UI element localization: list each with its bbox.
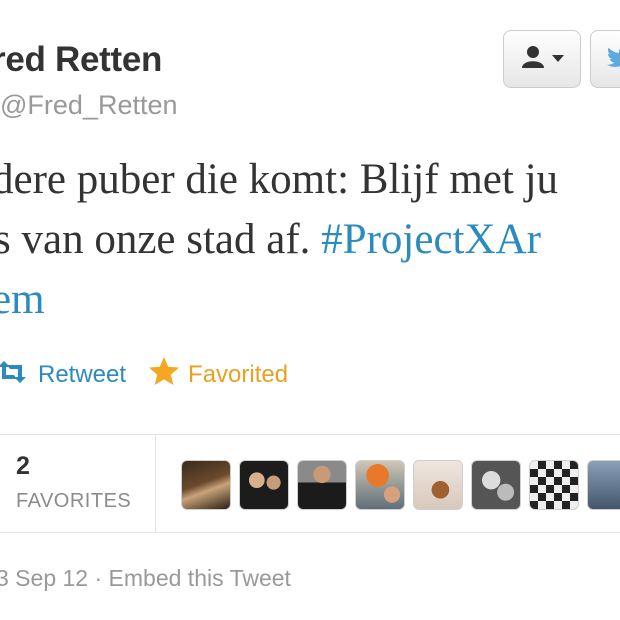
tweet-meta: 3 Sep 12 · Embed this Tweet	[0, 565, 291, 592]
twitter-bird-icon	[607, 46, 620, 73]
tweet-text: dere puber die komt: Blijf met ju s van …	[0, 150, 620, 330]
favoriter-avatar[interactable]	[355, 460, 405, 510]
favoriter-avatar[interactable]	[587, 460, 620, 510]
meta-separator: ·	[88, 565, 109, 591]
star-icon	[148, 356, 188, 394]
at-sign: @	[0, 90, 28, 120]
hashtag-link[interactable]: #ProjectXAr	[321, 216, 541, 263]
favoriter-avatar[interactable]	[181, 460, 231, 510]
stats-divider-bottom	[0, 532, 620, 533]
embed-tweet-link[interactable]: Embed this Tweet	[109, 565, 291, 591]
chevron-down-icon	[552, 50, 564, 68]
retweet-label: Retweet	[38, 361, 127, 388]
hashtag-link-continuation[interactable]: em	[0, 270, 620, 330]
handle-text: Fred_Retten	[27, 90, 178, 120]
tweet-text-segment: van onze stad af.	[10, 216, 322, 263]
profile-name[interactable]: red Retten	[0, 40, 162, 80]
stats-divider-top	[0, 434, 620, 435]
favoriter-avatar[interactable]	[529, 460, 579, 510]
favorites-label[interactable]: FAVORITES	[16, 490, 131, 513]
follow-button[interactable]	[590, 30, 620, 88]
tweet-actions: Retweet Favorited	[0, 355, 288, 395]
favorite-button[interactable]: Favorited	[148, 356, 289, 394]
tweet-text-partial: s	[0, 216, 11, 263]
favoriter-avatar[interactable]	[471, 460, 521, 510]
tweet-line: dere puber die komt: Blijf met ju	[0, 156, 559, 203]
tweet-date[interactable]: 3 Sep 12	[0, 565, 88, 591]
retweet-icon	[0, 360, 38, 390]
favoriter-avatar[interactable]	[239, 460, 289, 510]
favorites-count[interactable]: 2	[16, 452, 30, 481]
favoriter-avatar[interactable]	[297, 460, 347, 510]
stats-divider-vertical	[155, 434, 156, 532]
retweet-button[interactable]: Retweet	[0, 360, 127, 390]
user-icon	[520, 45, 546, 74]
favoriter-avatars	[181, 460, 620, 510]
favoriter-avatar[interactable]	[413, 460, 463, 510]
favorited-label: Favorited	[188, 361, 289, 388]
profile-handle[interactable]: @Fred_Retten	[0, 90, 178, 121]
user-actions-button[interactable]	[503, 30, 581, 88]
tweet-line: s van onze stad af. #ProjectXAr	[0, 210, 620, 270]
